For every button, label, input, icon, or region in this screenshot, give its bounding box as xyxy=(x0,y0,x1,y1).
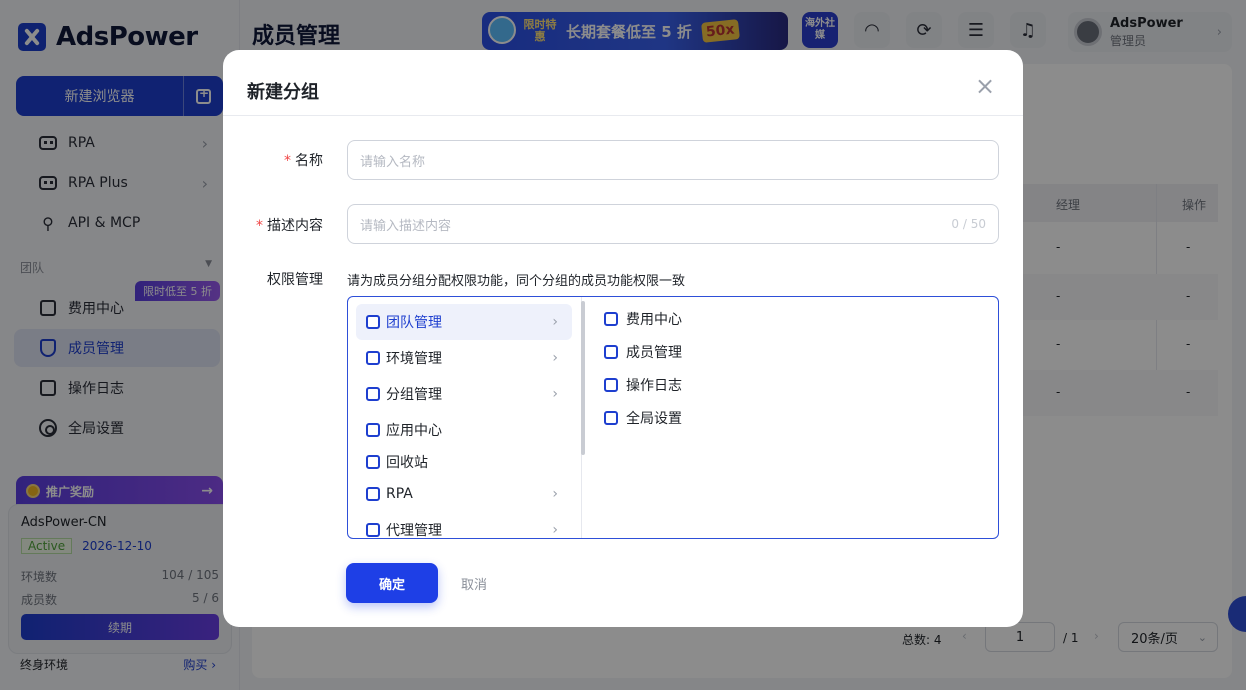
checkbox[interactable] xyxy=(366,523,380,537)
desc-placeholder: 请输入描述内容 xyxy=(360,218,452,234)
char-counter: 0 / 50 xyxy=(951,217,986,231)
checkbox[interactable] xyxy=(366,423,380,437)
divider xyxy=(223,115,1023,116)
perm-item-team[interactable]: 团队管理 › xyxy=(356,304,572,340)
perm-item-label: RPA xyxy=(386,486,413,502)
perm-item-env[interactable]: 环境管理 › xyxy=(356,340,572,376)
perm-sub-item[interactable]: 成员管理 xyxy=(604,340,682,364)
perm-item-label: 分组管理 xyxy=(386,387,442,403)
chevron-right-icon: › xyxy=(552,314,558,330)
checkbox[interactable] xyxy=(366,351,380,365)
perm-item-label: 回收站 xyxy=(386,455,428,471)
cancel-button[interactable]: 取消 xyxy=(461,574,487,593)
perm-sub-item[interactable]: 费用中心 xyxy=(604,307,682,331)
desc-label: * 描述内容 xyxy=(256,218,323,234)
perm-item-apps[interactable]: 应用中心 xyxy=(356,412,572,448)
checkbox[interactable] xyxy=(604,312,618,326)
chevron-right-icon: › xyxy=(552,486,558,502)
scrollbar[interactable] xyxy=(581,301,585,455)
confirm-button[interactable]: 确定 xyxy=(346,563,438,603)
new-group-modal: 新建分组 × * 名称 请输入名称 * 描述内容 请输入描述内容 0 / 50 权限… xyxy=(223,50,1023,627)
perm-label: 权限管理 xyxy=(267,272,323,288)
perm-sub-item[interactable]: 全局设置 xyxy=(604,406,682,430)
name-label-text: 名称 xyxy=(295,153,323,169)
checkbox[interactable] xyxy=(366,487,380,501)
checkbox[interactable] xyxy=(604,345,618,359)
name-input[interactable]: 请输入名称 xyxy=(347,140,999,180)
perm-sub-label: 操作日志 xyxy=(626,378,682,394)
name-placeholder: 请输入名称 xyxy=(360,154,426,170)
perm-item-label: 应用中心 xyxy=(386,423,442,439)
desc-label-text: 描述内容 xyxy=(267,218,323,234)
perm-item-rpa[interactable]: RPA › xyxy=(356,476,572,512)
perm-sub-item[interactable]: 操作日志 xyxy=(604,373,682,397)
perm-sub-label: 全局设置 xyxy=(626,411,682,427)
chevron-right-icon: › xyxy=(552,350,558,366)
close-icon[interactable]: × xyxy=(973,74,997,98)
perm-item-group[interactable]: 分组管理 › xyxy=(356,376,572,412)
perm-hint: 请为成员分组分配权限功能，同个分组的成员功能权限一致 xyxy=(347,274,686,289)
checkbox[interactable] xyxy=(604,411,618,425)
description-input[interactable]: 请输入描述内容 0 / 50 xyxy=(347,204,999,244)
perm-item-label: 团队管理 xyxy=(386,315,442,331)
checkbox[interactable] xyxy=(366,315,380,329)
perm-item-trash[interactable]: 回收站 xyxy=(356,444,572,480)
modal-title: 新建分组 xyxy=(247,82,319,103)
perm-item-label: 代理管理 xyxy=(386,523,442,539)
checkbox[interactable] xyxy=(366,387,380,401)
perm-sub-label: 费用中心 xyxy=(626,312,682,328)
perm-sub-label: 成员管理 xyxy=(626,345,682,361)
permission-tree: 团队管理 › 环境管理 › 分组管理 › 应用中心 回收站 RPA › 代理管理… xyxy=(347,296,999,539)
chevron-right-icon: › xyxy=(552,522,558,538)
checkbox[interactable] xyxy=(366,455,380,469)
name-label: * 名称 xyxy=(284,153,323,169)
checkbox[interactable] xyxy=(604,378,618,392)
perm-item-label: 环境管理 xyxy=(386,351,442,367)
chevron-right-icon: › xyxy=(552,386,558,402)
permission-categories: 团队管理 › 环境管理 › 分组管理 › 应用中心 回收站 RPA › 代理管理… xyxy=(348,297,582,539)
perm-item-proxy[interactable]: 代理管理 › xyxy=(356,512,572,539)
